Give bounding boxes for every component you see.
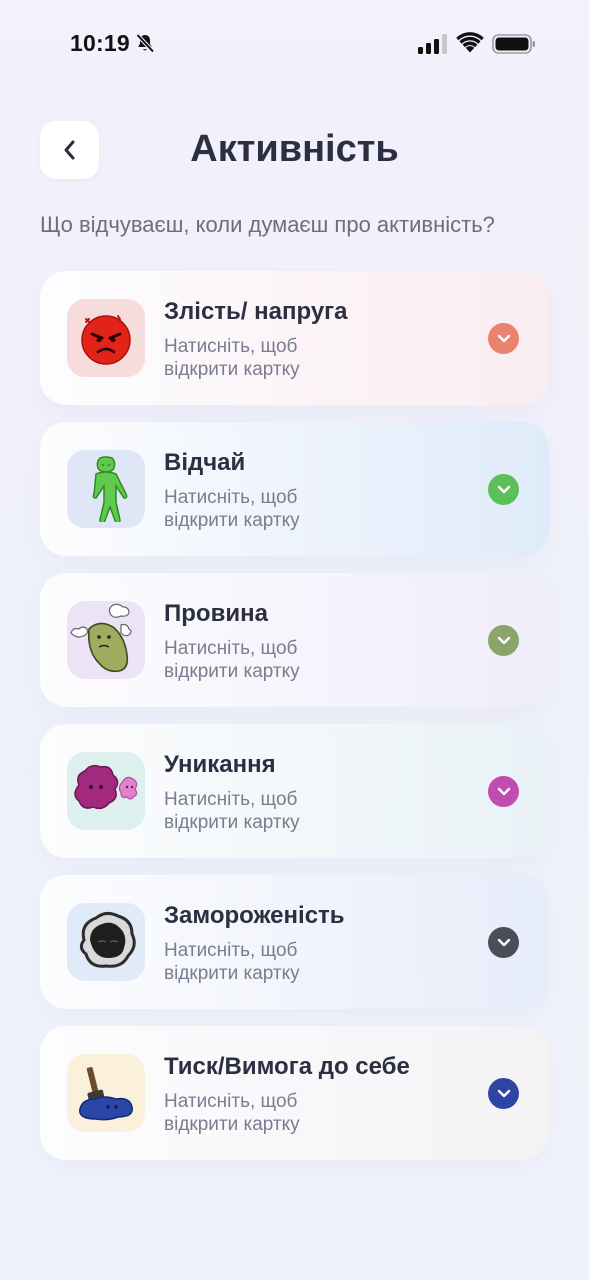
card-title: Провина <box>164 600 268 627</box>
pink-blob-icon <box>74 764 138 810</box>
card-title: Тиск/Вимога до себе <box>164 1053 410 1080</box>
expand-button[interactable] <box>488 776 519 807</box>
card-tile <box>67 450 145 528</box>
emotion-card-avoidance[interactable]: Уникання Натисніть, щоб відкрити картку <box>40 724 549 858</box>
card-title: Відчай <box>164 449 246 476</box>
angry-face-icon <box>81 315 131 365</box>
chevron-down-icon <box>497 485 510 493</box>
hammer-puddle-icon <box>79 1067 133 1121</box>
chevron-down-icon <box>497 636 510 644</box>
card-title: Уникання <box>164 751 276 778</box>
pickle-creature-icon <box>70 603 132 673</box>
card-hint: Натисніть, щоб відкрити картку <box>164 487 300 531</box>
bell-slash-icon <box>136 33 155 53</box>
card-hint: Натисніть, щоб відкрити картку <box>164 1091 300 1135</box>
status-bar: 10:19 <box>0 0 589 88</box>
card-tile <box>67 752 145 830</box>
card-hint: Натисніть, щоб відкрити картку <box>164 789 300 833</box>
emotion-card-freeze[interactable]: Замороженість Натисніть, щоб відкрити ка… <box>40 875 549 1009</box>
cellular-signal-icon <box>418 34 447 54</box>
emotion-card-anger[interactable]: Злість/ напруга Натисніть, щоб відкрити … <box>40 271 549 405</box>
emotion-card-despair[interactable]: Відчай Натисніть, щоб відкрити картку <box>40 422 549 556</box>
expand-button[interactable] <box>488 474 519 505</box>
chevron-down-icon <box>497 787 510 795</box>
expand-button[interactable] <box>488 927 519 958</box>
page-title: Активність <box>190 128 399 170</box>
expand-button[interactable] <box>488 323 519 354</box>
chevron-down-icon <box>497 938 510 946</box>
green-figure-icon <box>92 456 128 522</box>
status-time: 10:19 <box>70 30 130 56</box>
dark-blob-icon <box>79 911 136 968</box>
chevron-down-icon <box>497 1089 510 1097</box>
chevron-down-icon <box>497 334 510 342</box>
expand-button[interactable] <box>488 625 519 656</box>
card-tile <box>67 903 145 981</box>
card-hint: Натисніть, щоб відкрити картку <box>164 638 300 682</box>
wifi-icon <box>456 32 484 53</box>
emotion-card-pressure[interactable]: Тиск/Вимога до себе Натисніть, щоб відкр… <box>40 1026 549 1160</box>
battery-icon <box>492 34 535 54</box>
card-title: Замороженість <box>164 902 345 929</box>
emotion-card-guilt[interactable]: Провина Натисніть, щоб відкрити картку <box>40 573 549 707</box>
card-tile <box>67 601 145 679</box>
subtitle: Що відчуваєш, коли думаєш про активність… <box>40 212 495 237</box>
card-hint: Натисніть, щоб відкрити картку <box>164 940 300 984</box>
card-tile <box>67 1054 145 1132</box>
expand-button[interactable] <box>488 1078 519 1109</box>
card-hint: Натисніть, щоб відкрити картку <box>164 336 300 380</box>
card-title: Злість/ напруга <box>164 298 348 325</box>
card-tile <box>67 299 145 377</box>
